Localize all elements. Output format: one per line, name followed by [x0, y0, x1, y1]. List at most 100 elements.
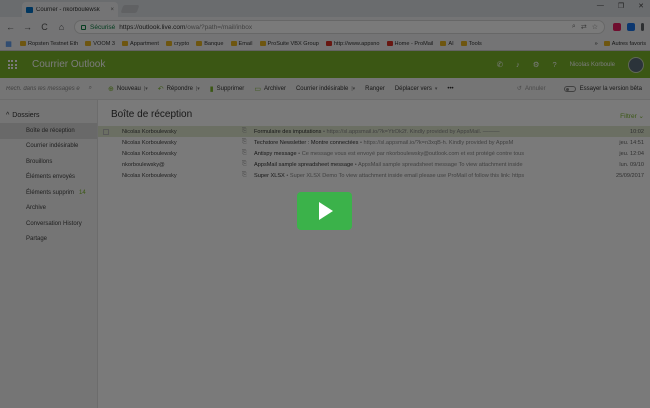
folder-icon: [603, 41, 610, 46]
minimize-button[interactable]: —: [597, 2, 604, 10]
folders-title: Dossiers: [12, 112, 40, 119]
bookmark[interactable]: Appartment: [122, 41, 159, 47]
reply-button[interactable]: ↶ Répondre |▾: [158, 85, 200, 93]
select-checkbox[interactable]: [103, 140, 109, 146]
bookmark[interactable]: Tools: [460, 41, 482, 47]
folder-deleted[interactable]: Éléments supprim 14: [0, 185, 97, 201]
message-sender: Nicolas Korboulewsky: [122, 150, 177, 157]
bookmark[interactable]: AI: [440, 41, 454, 47]
chevron-down-icon[interactable]: |▾: [144, 86, 148, 92]
window-controls: — ❐ ✕: [597, 2, 644, 10]
new-tab-button[interactable]: [120, 5, 140, 13]
skype-icon[interactable]: ✆: [497, 60, 503, 69]
reload-button[interactable]: C: [40, 22, 49, 32]
folder-drafts[interactable]: Brouillons: [0, 154, 97, 170]
help-icon[interactable]: ?: [552, 60, 556, 69]
bookmark[interactable]: Banque: [196, 41, 224, 47]
filter-button[interactable]: Filtrer ⌄: [620, 112, 644, 120]
undo-button[interactable]: ↺ Annuler: [517, 85, 546, 93]
folder-inbox[interactable]: Boîte de réception: [0, 123, 97, 139]
extension-icon[interactable]: [627, 23, 635, 31]
select-checkbox[interactable]: [103, 128, 109, 135]
play-button[interactable]: [297, 192, 352, 230]
select-checkbox[interactable]: [103, 173, 109, 179]
message-row[interactable]: Nicolas Korboulewsky ⎘ Super XLSX • Supe…: [98, 170, 650, 181]
bookmark-label: crypto: [173, 40, 190, 47]
tab-close-icon[interactable]: ×: [110, 7, 114, 13]
bell-icon[interactable]: ♪: [516, 60, 520, 69]
message-row[interactable]: Nicolas Korboulewsky ⎘ Antispy message •…: [98, 148, 650, 159]
folder-junk[interactable]: Courrier indésirable: [0, 139, 97, 155]
translate-icon[interactable]: ⇄: [581, 23, 587, 31]
search-icon[interactable]: ⌕: [572, 23, 576, 31]
bookmark[interactable]: Ropsten Testnet Eth: [20, 41, 78, 47]
filter-label: Filtrer: [620, 113, 637, 120]
chevron-down-icon[interactable]: ▾: [435, 86, 438, 92]
bookmark[interactable]: Home - ProMail: [386, 41, 433, 47]
chevron-down-icon[interactable]: |▾: [351, 86, 355, 92]
folder-conversation-history[interactable]: Conversation History: [0, 216, 97, 232]
folder-label: Archive: [26, 205, 47, 212]
junk-label: Courrier indésirable: [295, 85, 349, 92]
browser-tabstrip: Courrier - nkorboulewsk × — ❐ ✕: [0, 0, 650, 17]
bookmark[interactable]: http://www.appsno: [325, 40, 380, 47]
omnibox[interactable]: Sécurisé https://outlook.live.com/owa/?p…: [74, 20, 605, 34]
waffle-icon: [7, 60, 17, 69]
junk-button[interactable]: Courrier indésirable |▾: [296, 86, 355, 92]
menu-icon[interactable]: [641, 23, 644, 31]
delete-button[interactable]: ▮ Supprimer: [210, 85, 245, 93]
search-icon[interactable]: ⌕: [89, 85, 92, 92]
message-subject: AppsMail sample spreadsheet message: [254, 161, 354, 168]
home-button[interactable]: ⌂: [57, 22, 66, 32]
more-button[interactable]: •••: [447, 86, 453, 92]
bookmark[interactable]: Email: [230, 41, 253, 47]
extension-icon[interactable]: [613, 23, 621, 31]
bookmark-label: http://www.appsno: [333, 40, 380, 47]
archive-button[interactable]: ▭ Archiver: [254, 85, 286, 93]
apps-icon[interactable]: ▦: [4, 40, 13, 48]
new-button[interactable]: ⊕ Nouveau |▾: [108, 85, 148, 93]
sweep-label: Ranger: [365, 85, 385, 92]
lock-icon: [81, 24, 86, 30]
sweep-button[interactable]: Ranger: [365, 86, 385, 92]
reply-label: Répondre: [166, 85, 193, 92]
move-button[interactable]: Déplacer vers ▾: [395, 86, 438, 92]
search-input[interactable]: Rech. dans les messages e: [6, 86, 86, 92]
star-icon[interactable]: ☆: [592, 23, 598, 31]
maximize-button[interactable]: ❐: [618, 2, 624, 10]
undo-label: Annuler: [524, 85, 546, 92]
message-row[interactable]: Nicolas Korboulewsky ⎘ Techstore Newslet…: [98, 137, 650, 148]
message-row[interactable]: Nicolas Korboulewsky ⎘ Formulaire des im…: [98, 126, 650, 137]
user-name[interactable]: Nicolas Korboule: [570, 62, 615, 68]
bookmark[interactable]: VOOM 3: [85, 41, 115, 47]
select-checkbox[interactable]: [103, 151, 109, 157]
bookmark[interactable]: crypto: [165, 40, 190, 47]
folder-count: 14: [79, 189, 86, 196]
close-window-button[interactable]: ✕: [638, 2, 644, 10]
folder-sent[interactable]: Éléments envoyés: [0, 170, 97, 186]
folder-label: Partage: [26, 236, 48, 243]
beta-toggle[interactable]: [563, 85, 576, 92]
bookmarks-overflow-button[interactable]: »: [595, 41, 598, 47]
chevron-down-icon[interactable]: |▾: [196, 86, 200, 92]
other-bookmarks[interactable]: Autres favoris: [603, 41, 646, 47]
folder-icon: [165, 41, 172, 46]
header-actions: ✆ ♪ ⚙ ? Nicolas Korboule: [497, 56, 650, 73]
forward-button[interactable]: →: [23, 22, 32, 32]
avatar[interactable]: [628, 56, 644, 73]
bookmark-label: Appartment: [130, 40, 159, 47]
gear-icon[interactable]: ⚙: [533, 60, 540, 69]
attachment-icon: ⎘: [242, 161, 247, 167]
search-box[interactable]: Rech. dans les messages e ⌕: [0, 78, 98, 100]
folders-header[interactable]: ^ Dossiers: [0, 100, 97, 123]
message-row[interactable]: nkorboulewsky@ ⎘ AppsMail sample spreads…: [98, 159, 650, 170]
app-launcher-button[interactable]: [0, 51, 24, 78]
command-bar-right: ↺ Annuler Essayer la version bêta: [507, 85, 650, 92]
folder-share[interactable]: Partage: [0, 232, 97, 248]
folder-label: Brouillons: [26, 158, 53, 165]
back-button[interactable]: ←: [6, 22, 15, 32]
folder-archive[interactable]: Archive: [0, 201, 97, 217]
bookmark[interactable]: ProSuite VBX Group: [259, 41, 319, 47]
select-checkbox[interactable]: [103, 162, 109, 168]
browser-tab[interactable]: Courrier - nkorboulewsk ×: [22, 2, 118, 17]
